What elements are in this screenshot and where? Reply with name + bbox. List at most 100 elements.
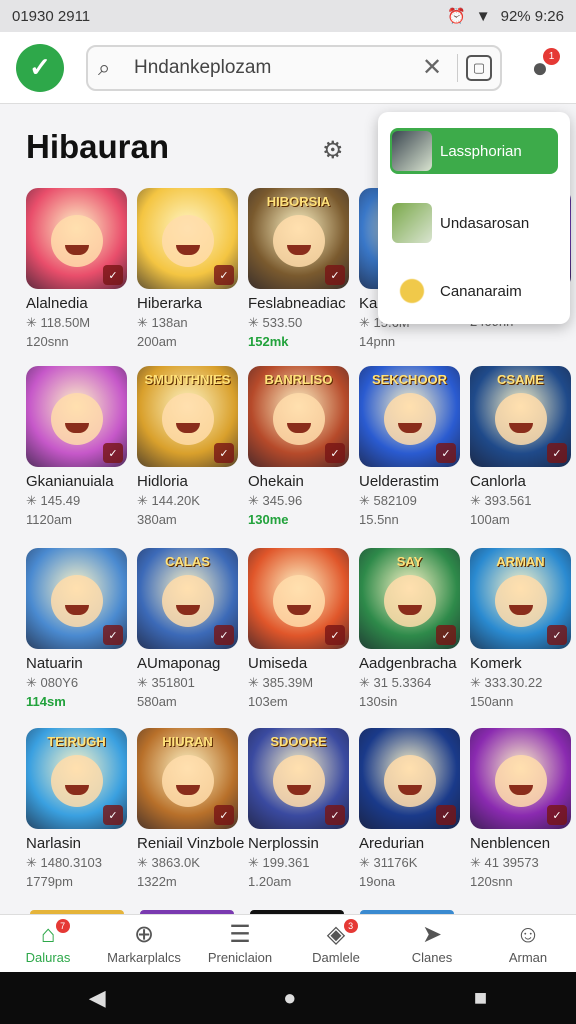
install-check-icon[interactable]: ✓ [103,625,123,645]
app-tile[interactable]: SMUNTHNIES ✓ Hidloria ✳ 144.20K 380am [137,366,238,527]
app-thumbnail[interactable]: ✓ [248,548,349,649]
character-illustration [161,574,214,627]
app-thumbnail[interactable]: SDOORE ✓ [248,728,349,829]
app-subtitle: 1322m [137,874,177,889]
app-thumbnail[interactable]: CALAS ✓ [137,548,238,649]
app-thumbnail[interactable]: TEIRUGH ✓ [26,728,127,829]
app-tile[interactable]: ✓ Umiseda ✳ 385.39M 103em [248,548,349,709]
app-tile[interactable]: CSAME ✓ Canlorla ✳ 393.561 100am [470,366,571,527]
app-tile[interactable]: ✓ Gkanianuiala ✳ 145.49 1120am [26,366,127,527]
app-banner-text: SEKCHOOR [371,372,448,387]
app-logo-icon[interactable]: ✓ [16,43,64,92]
install-check-icon[interactable]: ✓ [547,443,567,463]
app-tile[interactable]: ✓ Hiberarka ✳ 138an 200am [137,188,238,349]
app-tile[interactable]: ✓ Aredurian ✳ 31176K 19ona [359,728,460,889]
app-tile[interactable]: ✓ Nenblencen ✳ 41 39573 120snn [470,728,571,889]
person-icon: ☺ [515,921,541,948]
nav-item[interactable]: ⊕ Markarplalcs [96,915,192,972]
app-banner-text: TEIRUGH [47,734,106,749]
app-tile[interactable]: HIURAN ✓ Reniail Vinzbole ✳ 3863.0K 1322m [137,728,244,889]
app-name: Hidloria [137,473,188,490]
wifi-icon: ▼ [475,7,491,25]
app-tile[interactable]: SAY ✓ Aadgenbracha ✳ 31 5.3364 130sin [359,548,460,709]
character-illustration [383,392,436,445]
notification-button[interactable]: ● 1 [520,47,560,88]
app-tile[interactable]: CALAS ✓ AUmaponag ✳ 351801 580am [137,548,238,709]
install-check-icon[interactable]: ✓ [436,625,456,645]
install-check-icon[interactable]: ✓ [325,625,345,645]
nav-item[interactable]: ☰ Preniclaion [192,915,288,972]
app-tile[interactable]: ARMAN ✓ Komerk ✳ 333.30.22 150ann [470,548,571,709]
character-illustration [272,214,325,267]
app-tile[interactable]: TEIRUGH ✓ Narlasin ✳ 1480.3103 1779pm [26,728,127,889]
install-check-icon[interactable]: ✓ [325,805,345,825]
app-tile[interactable]: HIBORSIA ✓ Feslabneadiac ✳ 533.50 152mk [248,188,349,349]
nav-item[interactable]: ➤ Clanes [384,915,480,972]
app-thumbnail[interactable]: ARMAN ✓ [470,548,571,649]
install-check-icon[interactable]: ✓ [214,805,234,825]
character-illustration [383,754,436,807]
install-check-icon[interactable]: ✓ [325,443,345,463]
status-time: 01930 2911 [12,7,91,25]
app-downloads: ✳ 080Y6 [26,675,79,690]
nav-item[interactable]: ◈ Damlele 3 [288,915,384,972]
install-check-icon[interactable]: ✓ [103,443,123,463]
app-thumbnail[interactable]: BANRLISO ✓ [248,366,349,467]
app-name: Nenblencen [470,835,551,852]
nav-item[interactable]: ☺ Arman [480,915,576,972]
install-check-icon[interactable]: ✓ [214,625,234,645]
install-check-icon[interactable]: ✓ [436,805,456,825]
install-check-icon[interactable]: ✓ [547,805,567,825]
app-thumbnail[interactable]: HIURAN ✓ [137,728,238,829]
clear-icon[interactable]: ✕ [415,53,449,82]
app-tile[interactable]: ✓ Alalnedia ✳ 118.50M 120snn [26,188,127,349]
app-thumbnail[interactable]: ✓ [359,728,460,829]
nav-item[interactable]: ⌂ Daluras 7 [0,915,96,972]
character-illustration [272,754,325,807]
search-input[interactable] [134,56,415,79]
app-tile[interactable]: SDOORE ✓ Nerplossin ✳ 199.361 1.20am [248,728,349,889]
app-downloads: ✳ 144.20K [137,493,200,508]
app-thumbnail[interactable]: SMUNTHNIES ✓ [137,366,238,467]
install-check-icon[interactable]: ✓ [214,443,234,463]
app-thumbnail[interactable]: CSAME ✓ [470,366,571,467]
character-illustration [161,392,214,445]
app-thumbnail[interactable]: ✓ [26,548,127,649]
gear-icon[interactable]: ⚙ [322,136,344,165]
app-banner-text: CALAS [165,554,210,569]
dropdown-item[interactable]: Lassphorian [390,128,558,174]
app-tile[interactable]: ✓ Natuarin ✳ 080Y6 114sm [26,548,127,709]
app-thumbnail[interactable]: SEKCHOOR ✓ [359,366,460,467]
install-check-icon[interactable]: ✓ [325,265,345,285]
app-thumbnail[interactable]: ✓ [26,366,127,467]
app-thumbnail[interactable]: HIBORSIA ✓ [248,188,349,289]
app-tile[interactable]: SEKCHOOR ✓ Uelderastim ✳ 582109 15.5nn [359,366,460,527]
home-icon[interactable]: ● [283,985,296,1011]
app-downloads: ✳ 31 5.3364 [359,675,432,690]
dropdown-item-thumbnail [392,271,432,311]
install-check-icon[interactable]: ✓ [214,265,234,285]
recents-icon[interactable]: ■ [474,985,487,1011]
app-thumbnail[interactable]: ✓ [137,188,238,289]
app-thumbnail[interactable]: ✓ [26,188,127,289]
dropdown-item[interactable]: Undasarosan [390,200,558,246]
nav-item-label: Arman [508,950,548,965]
install-check-icon[interactable]: ✓ [103,805,123,825]
app-thumbnail[interactable]: SAY ✓ [359,548,460,649]
app-banner-text: BANRLISO [264,372,333,387]
install-check-icon[interactable]: ✓ [103,265,123,285]
back-icon[interactable]: ◀ [89,985,106,1011]
install-check-icon[interactable]: ✓ [436,443,456,463]
nav-item-label: Preniclaion [207,950,273,965]
app-thumbnail[interactable]: ✓ [470,728,571,829]
app-tile[interactable]: BANRLISO ✓ Ohekain ✳ 345.96 130me [248,366,349,527]
install-check-icon[interactable]: ✓ [547,625,567,645]
notification-badge: 1 [543,47,560,65]
search-bar[interactable]: ⌕ ✕ ▢ [86,44,502,91]
alarm-icon: ⏰ [447,8,466,25]
app-banner-text: HIURAN [162,734,213,749]
shopping-bag-icon[interactable]: ▢ [466,54,492,81]
dropdown-item[interactable]: Cananaraim [390,268,558,314]
dropdown-item-thumbnail [392,131,432,171]
app-subtitle: 580am [137,694,177,709]
